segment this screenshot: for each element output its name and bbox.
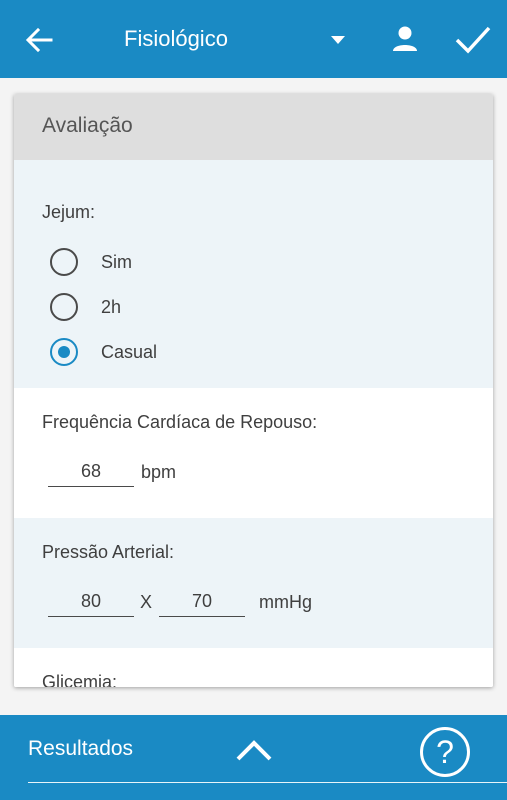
card-header-title: Avaliação [42, 114, 133, 137]
results-label[interactable]: Resultados [28, 737, 133, 761]
top-app-bar: Fisiológico [0, 0, 507, 78]
radio-sim-label[interactable]: Sim [101, 252, 132, 273]
person-icon[interactable] [390, 24, 420, 54]
heart-rate-section: Frequência Cardíaca de Repouso: bpm [14, 388, 493, 518]
card-header: Avaliação [14, 94, 493, 161]
pressure-separator: X [140, 592, 153, 612]
chevron-up-icon[interactable] [234, 737, 274, 763]
radio-2h[interactable] [50, 293, 78, 321]
radio-casual[interactable] [50, 338, 78, 366]
radio-ring [50, 293, 78, 321]
glicemia-section: Glicemia: [14, 648, 493, 687]
diastolic-input[interactable] [159, 586, 245, 617]
blood-pressure-label: Pressão Arterial: [42, 542, 175, 562]
heart-rate-label: Frequência Cardíaca de Repouso: [42, 412, 318, 432]
evaluation-card: Avaliação Jejum: Sim 2h Casual Frequênci… [14, 94, 493, 687]
divider [28, 782, 507, 783]
caret-down-icon[interactable] [329, 34, 347, 46]
heart-rate-input[interactable] [48, 456, 134, 487]
check-icon[interactable] [454, 24, 492, 56]
systolic-input[interactable] [48, 586, 134, 617]
arrow-left-icon[interactable] [24, 25, 54, 55]
radio-sim[interactable] [50, 248, 78, 276]
blood-pressure-section: Pressão Arterial: X mmHg [14, 518, 493, 648]
radio-dot [58, 346, 70, 358]
jejum-section: Jejum: Sim 2h Casual [14, 160, 493, 388]
help-icon[interactable]: ? [420, 727, 470, 777]
radio-2h-label[interactable]: 2h [101, 297, 121, 318]
heart-rate-unit: bpm [141, 462, 177, 482]
glicemia-label: Glicemia: [42, 672, 118, 687]
results-bar: Resultados ? [0, 715, 507, 800]
blood-pressure-unit: mmHg [259, 592, 312, 612]
jejum-label: Jejum: [42, 202, 96, 222]
page-title: Fisiológico [124, 26, 228, 51]
radio-casual-label[interactable]: Casual [101, 342, 157, 363]
radio-ring [50, 248, 78, 276]
